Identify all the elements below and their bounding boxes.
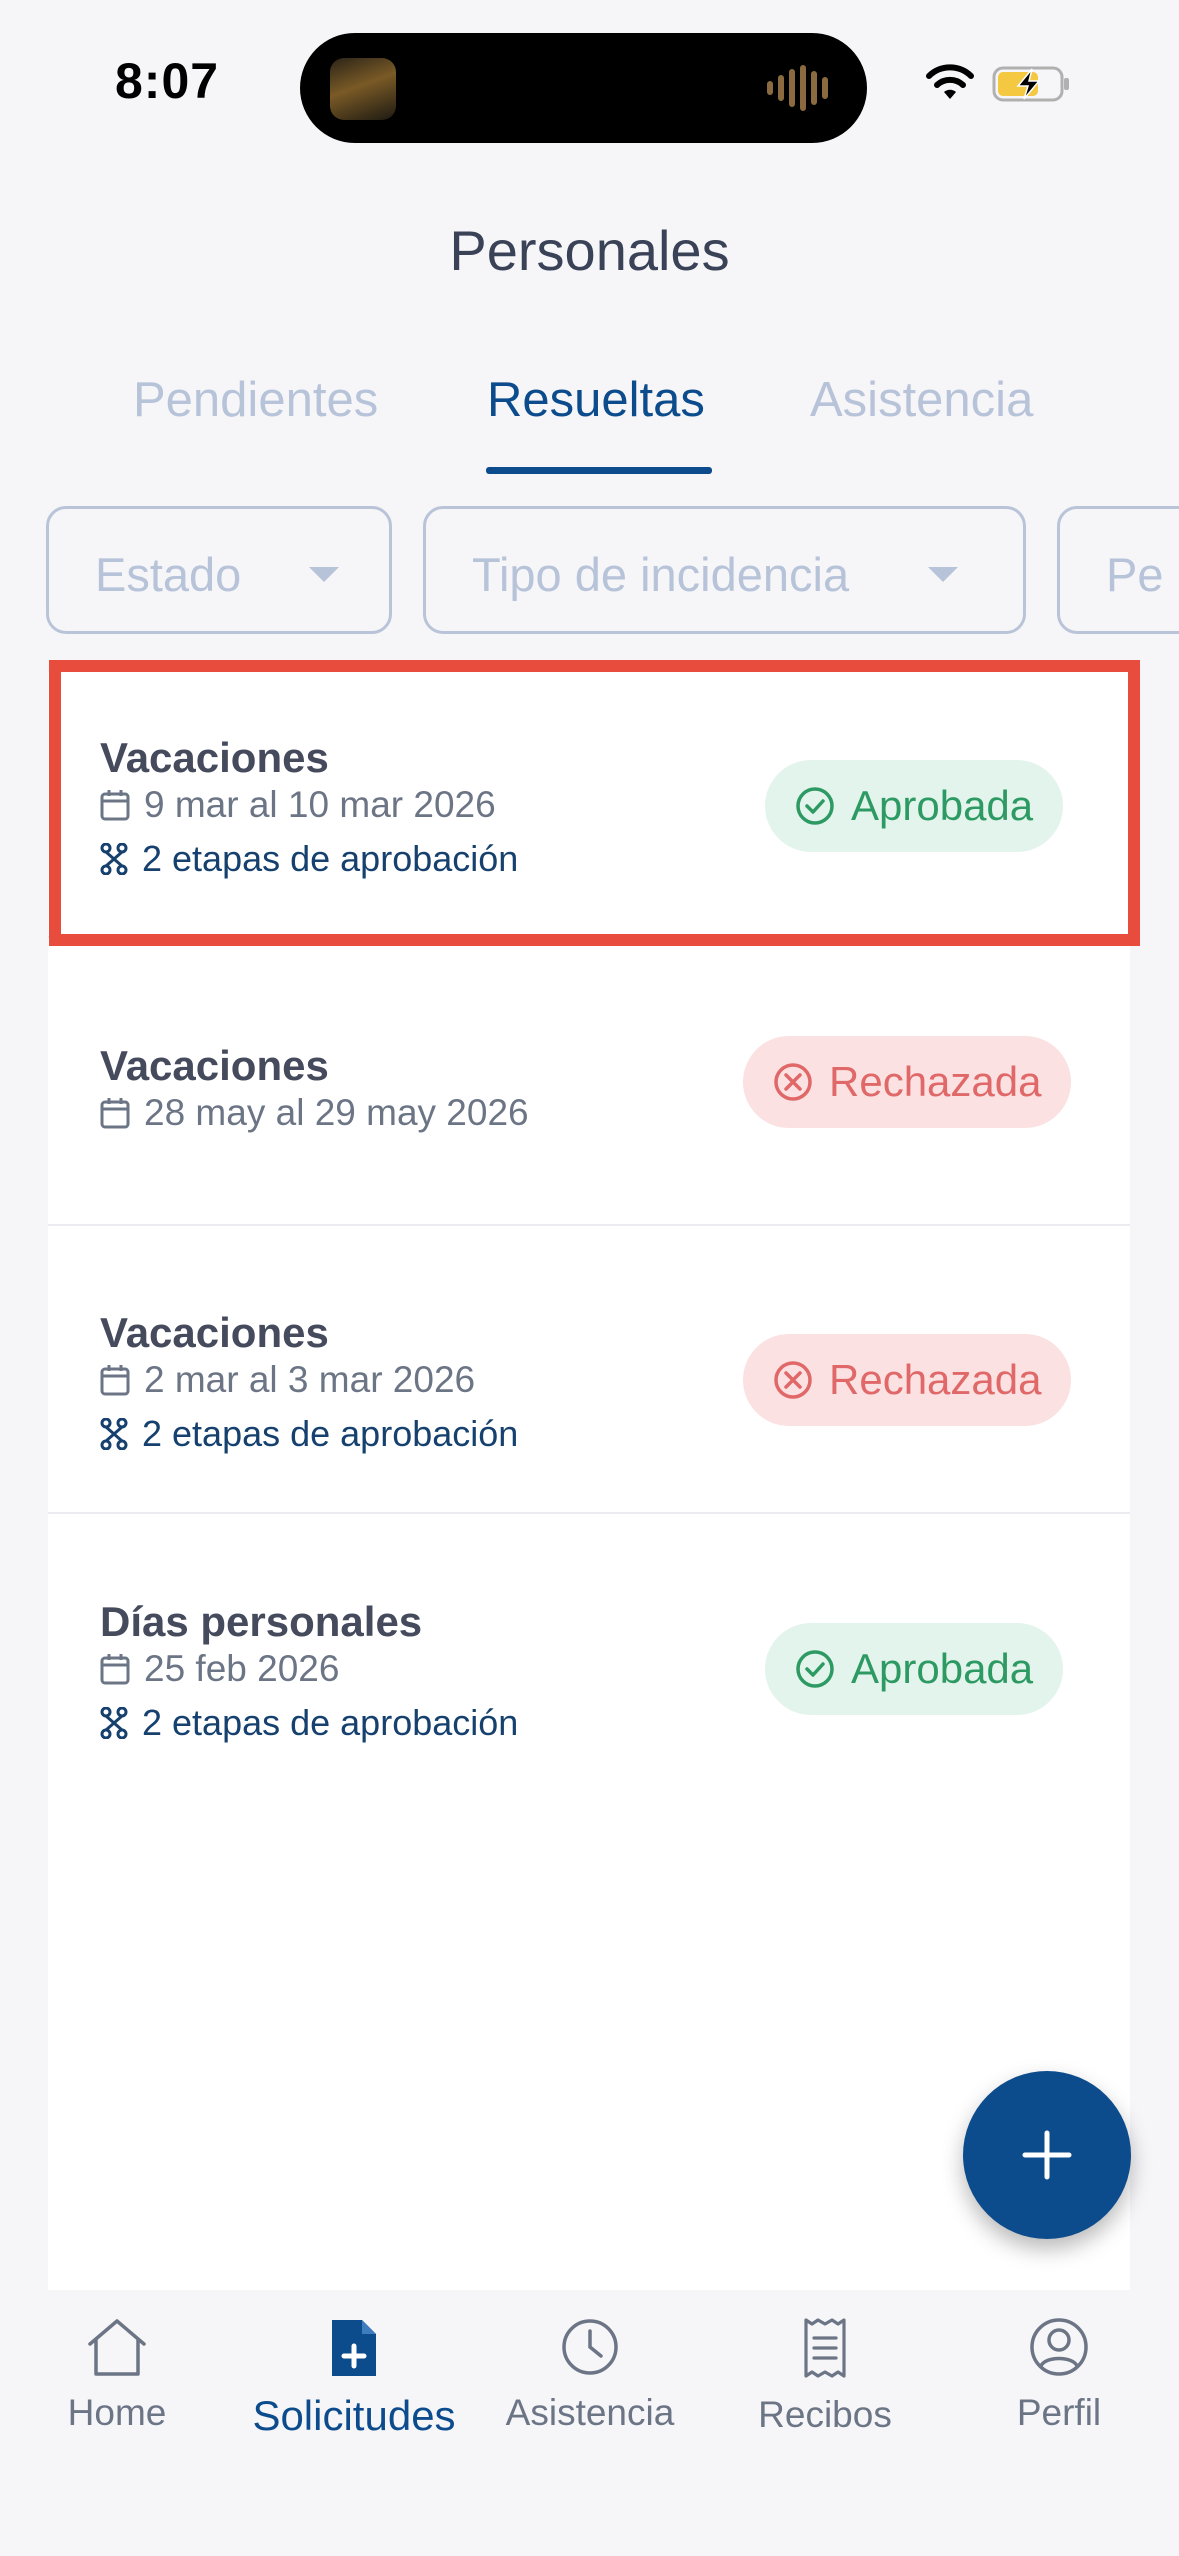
battery-charging-icon [992, 66, 1069, 102]
requests-list: Vacaciones 9 mar al 10 mar 2026 2 etapas… [48, 672, 1130, 2290]
tab-resueltas[interactable]: Resueltas [487, 372, 705, 428]
request-title: Vacaciones [100, 1309, 329, 1356]
filter-bar: Estado Tipo de incidencia Pe [0, 506, 1179, 642]
request-stages-text: 2 etapas de aprobación [142, 1413, 519, 1454]
page-title: Personales [449, 219, 730, 282]
nav-home[interactable]: Home [2, 2316, 232, 2434]
filter-estado-dropdown[interactable]: Estado [46, 506, 392, 634]
tab-pendientes[interactable]: Pendientes [133, 372, 378, 428]
request-date: 2 mar al 3 mar 2026 [100, 1359, 475, 1401]
filter-periodo-label: Pe [1106, 548, 1164, 601]
request-date-text: 2 mar al 3 mar 2026 [144, 1359, 476, 1400]
x-circle-icon [774, 1361, 812, 1399]
status-badge-label: Aprobada [851, 1645, 1034, 1692]
check-circle-icon [796, 1650, 834, 1688]
nav-solicitudes-label: Solicitudes [252, 2392, 456, 2439]
request-date: 25 feb 2026 [100, 1648, 339, 1690]
calendar-icon [100, 1654, 130, 1685]
request-title: Vacaciones [100, 734, 329, 781]
nav-recibos[interactable]: Recibos [710, 2316, 940, 2436]
approval-flow-icon [100, 843, 128, 875]
status-badge: Rechazada [743, 1334, 1072, 1426]
request-date-text: 9 mar al 10 mar 2026 [144, 784, 496, 825]
request-date-text: 25 feb 2026 [144, 1648, 340, 1689]
status-bar: 8:07 [0, 0, 1179, 160]
request-stages-text: 2 etapas de aprobación [142, 838, 519, 879]
request-title: Días personales [100, 1598, 423, 1645]
clock-icon [562, 2319, 618, 2375]
user-circle-icon [1030, 2318, 1088, 2376]
status-badge: Rechazada [743, 1036, 1072, 1128]
bottom-nav: Home Solicitudes Asistencia Recibos Perf… [0, 2290, 1179, 2556]
caret-down-icon [309, 567, 339, 582]
status-badge-label: Aprobada [851, 782, 1034, 829]
dynamic-island [300, 33, 867, 143]
wifi-icon [926, 64, 974, 99]
caret-down-icon [928, 567, 958, 582]
nav-home-label: Home [67, 2392, 167, 2433]
calendar-icon [100, 790, 130, 821]
nav-perfil[interactable]: Perfil [944, 2316, 1174, 2434]
approval-flow-icon [100, 1418, 128, 1450]
status-badge: Aprobada [765, 760, 1064, 852]
check-circle-icon [796, 787, 834, 825]
status-badge-label: Rechazada [829, 1356, 1042, 1403]
receipt-icon [804, 2318, 846, 2378]
filter-tipo-incidencia-label: Tipo de incidencia [472, 548, 850, 601]
filter-periodo-dropdown[interactable]: Pe [1057, 506, 1179, 634]
now-playing-thumbnail [330, 58, 396, 120]
nav-asistencia[interactable]: Asistencia [475, 2316, 705, 2434]
tab-asistencia[interactable]: Asistencia [810, 372, 1033, 428]
request-stages: 2 etapas de aprobación [100, 1413, 518, 1455]
status-badge: Aprobada [765, 1623, 1064, 1715]
nav-solicitudes[interactable]: Solicitudes [239, 2316, 469, 2440]
request-date: 9 mar al 10 mar 2026 [100, 784, 496, 826]
active-tab-indicator [486, 467, 712, 474]
calendar-icon [100, 1098, 130, 1129]
list-item[interactable]: Días personales 25 feb 2026 2 etapas de … [48, 1514, 1130, 1804]
nav-recibos-label: Recibos [758, 2394, 892, 2435]
request-stages: 2 etapas de aprobación [100, 838, 518, 880]
status-badge-label: Rechazada [829, 1058, 1042, 1105]
nav-asistencia-label: Asistencia [505, 2392, 675, 2433]
nav-perfil-label: Perfil [1016, 2392, 1102, 2433]
request-stages-text: 2 etapas de aprobación [142, 1702, 519, 1743]
list-item[interactable]: Vacaciones 2 mar al 3 mar 2026 2 etapas … [48, 1226, 1130, 1514]
tab-bar: Pendientes Resueltas Asistencia [0, 360, 1179, 480]
home-icon [88, 2319, 146, 2376]
plus-icon [1022, 2130, 1072, 2180]
request-date-text: 28 may al 29 may 2026 [144, 1092, 529, 1133]
approval-flow-icon [100, 1707, 128, 1739]
status-time: 8:07 [115, 53, 220, 109]
request-title: Vacaciones [100, 1042, 329, 1089]
request-stages: 2 etapas de aprobación [100, 1702, 518, 1744]
list-item[interactable]: Vacaciones 28 may al 29 may 2026 Rechaza… [48, 938, 1130, 1226]
audio-wave-icon [767, 65, 828, 111]
list-item[interactable]: Vacaciones 9 mar al 10 mar 2026 2 etapas… [48, 672, 1130, 938]
x-circle-icon [774, 1063, 812, 1101]
filter-tipo-incidencia-dropdown[interactable]: Tipo de incidencia [423, 506, 1026, 634]
document-add-icon [332, 2320, 376, 2376]
request-date: 28 may al 29 may 2026 [100, 1092, 529, 1134]
calendar-icon [100, 1365, 130, 1396]
filter-estado-label: Estado [95, 548, 242, 601]
add-request-button[interactable] [963, 2071, 1131, 2239]
